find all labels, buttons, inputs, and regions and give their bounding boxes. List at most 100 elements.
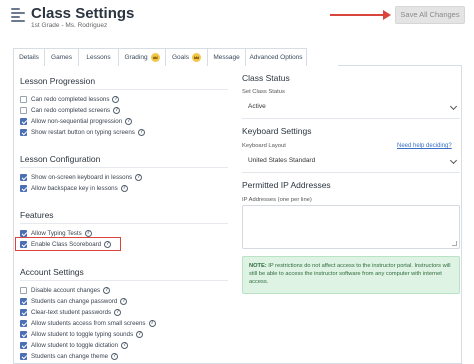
option-label: Allow non-sequential progression bbox=[31, 118, 123, 125]
option-label: Can redo completed lessons bbox=[31, 96, 110, 103]
question-circle-icon[interactable]: ? bbox=[103, 287, 111, 294]
option-label: Show restart button on typing screens bbox=[31, 129, 135, 136]
tab-label: Advanced Options bbox=[249, 54, 303, 61]
tab-label: Grading bbox=[124, 54, 148, 61]
question-circle-icon[interactable]: ? bbox=[120, 185, 128, 192]
checkbox[interactable] bbox=[20, 353, 27, 360]
settings-tabs: Details Games Lessons Grading Goals Mess… bbox=[13, 48, 307, 66]
option-label: Can redo completed screens bbox=[31, 107, 111, 114]
question-circle-icon[interactable]: ? bbox=[125, 118, 133, 125]
checkbox[interactable] bbox=[20, 309, 27, 316]
list-icon bbox=[11, 8, 25, 24]
ip-addresses-textarea[interactable] bbox=[242, 205, 460, 249]
checkbox[interactable] bbox=[20, 320, 27, 327]
tab-games[interactable]: Games bbox=[44, 48, 78, 66]
option-toggle-typing-sounds[interactable]: Allow student to toggle typing sounds ? bbox=[20, 330, 144, 339]
section-title-lesson-configuration: Lesson Configuration bbox=[20, 154, 101, 164]
tab-goals[interactable]: Goals bbox=[165, 48, 207, 66]
checkbox[interactable] bbox=[20, 331, 27, 338]
tab-grading[interactable]: Grading bbox=[118, 48, 165, 66]
option-clear-text-passwords[interactable]: Clear-text student passwords ? bbox=[20, 308, 122, 317]
keyboard-layout-select[interactable]: United States Standard bbox=[242, 156, 460, 168]
option-redo-completed-screens[interactable]: Can redo completed screens ? bbox=[20, 106, 121, 115]
question-circle-icon[interactable]: ? bbox=[112, 96, 120, 103]
option-toggle-dictation[interactable]: Allow student to toggle dictation ? bbox=[20, 341, 129, 350]
question-circle-icon[interactable]: ? bbox=[114, 309, 122, 316]
annotation-arrow-head bbox=[383, 10, 391, 20]
option-label: Allow student to toggle dictation bbox=[31, 342, 119, 349]
checkbox[interactable] bbox=[20, 129, 27, 136]
section-title-permitted-ip: Permitted IP Addresses bbox=[242, 180, 331, 190]
question-circle-icon[interactable]: ? bbox=[136, 331, 144, 338]
question-circle-icon[interactable]: ? bbox=[135, 174, 143, 181]
section-title-class-status: Class Status bbox=[242, 73, 290, 83]
question-circle-icon[interactable]: ? bbox=[113, 107, 121, 114]
select-value: Active bbox=[248, 103, 266, 110]
checkbox[interactable] bbox=[20, 298, 27, 305]
section-divider bbox=[242, 172, 460, 173]
tab-label: Message bbox=[213, 54, 240, 61]
checkbox[interactable] bbox=[20, 174, 27, 181]
checkbox[interactable] bbox=[20, 342, 27, 349]
section-title-lesson-progression: Lesson Progression bbox=[20, 76, 96, 86]
keyboard-layout-label: Keyboard Layout bbox=[242, 143, 286, 149]
tab-label: Games bbox=[51, 54, 72, 61]
crown-icon bbox=[191, 53, 201, 62]
option-show-restart-button[interactable]: Show restart button on typing screens ? bbox=[20, 128, 145, 137]
crown-icon bbox=[150, 53, 160, 62]
checkbox[interactable] bbox=[20, 118, 27, 125]
option-change-password[interactable]: Students can change password ? bbox=[20, 297, 128, 306]
tab-label: Lessons bbox=[86, 54, 111, 61]
class-status-label: Set Class Status bbox=[242, 89, 285, 95]
option-change-theme[interactable]: Students can change theme ? bbox=[20, 352, 119, 361]
need-help-deciding-link[interactable]: Need help deciding? bbox=[397, 143, 452, 149]
section-divider bbox=[20, 89, 228, 90]
option-disable-account-changes[interactable]: Disable account changes ? bbox=[20, 286, 111, 295]
tab-advanced-options[interactable]: Advanced Options bbox=[245, 48, 307, 66]
section-divider bbox=[242, 118, 460, 119]
tab-message[interactable]: Message bbox=[207, 48, 245, 66]
option-non-sequential-progression[interactable]: Allow non-sequential progression ? bbox=[20, 117, 133, 126]
annotation-arrow bbox=[330, 14, 386, 16]
page-subtitle: 1st Grade - Ms. Rodriguez bbox=[31, 22, 108, 29]
checkbox[interactable] bbox=[20, 96, 27, 103]
tab-label: Details bbox=[19, 54, 39, 61]
tab-details[interactable]: Details bbox=[13, 48, 44, 66]
section-title-account-settings: Account Settings bbox=[20, 267, 84, 277]
checkbox[interactable] bbox=[20, 230, 27, 237]
option-redo-completed-lessons[interactable]: Can redo completed lessons ? bbox=[20, 95, 120, 104]
option-label: Students can change theme bbox=[31, 353, 109, 360]
note-label: NOTE: bbox=[249, 263, 267, 269]
question-circle-icon[interactable]: ? bbox=[84, 230, 92, 237]
tab-label: Goals bbox=[172, 54, 189, 61]
annotation-highlight-box bbox=[15, 237, 121, 251]
section-divider bbox=[20, 167, 228, 168]
checkbox[interactable] bbox=[20, 185, 27, 192]
save-all-changes-button[interactable]: Save All Changes bbox=[395, 6, 465, 24]
note-text: IP restrictions do not affect access to … bbox=[249, 263, 451, 285]
option-on-screen-keyboard[interactable]: Show on-screen keyboard in lessons ? bbox=[20, 173, 143, 182]
option-allow-backspace[interactable]: Allow backspace key in lessons ? bbox=[20, 184, 128, 193]
question-circle-icon[interactable]: ? bbox=[148, 320, 156, 327]
section-divider bbox=[20, 280, 228, 281]
tab-lessons[interactable]: Lessons bbox=[78, 48, 118, 66]
question-circle-icon[interactable]: ? bbox=[111, 353, 119, 360]
question-circle-icon[interactable]: ? bbox=[120, 298, 128, 305]
class-status-select[interactable]: Active bbox=[242, 102, 460, 114]
option-small-screens[interactable]: Allow students access from small screens… bbox=[20, 319, 156, 328]
checkbox[interactable] bbox=[20, 287, 27, 294]
question-circle-icon[interactable]: ? bbox=[121, 342, 129, 349]
option-label: Allow students access from small screens bbox=[31, 320, 146, 327]
question-circle-icon[interactable]: ? bbox=[137, 129, 145, 136]
section-title-features: Features bbox=[20, 210, 54, 220]
section-divider bbox=[20, 223, 228, 224]
resize-handle-icon[interactable] bbox=[452, 241, 457, 246]
chevron-down-icon bbox=[449, 156, 458, 165]
ip-addresses-label: IP Addresses (one per line) bbox=[242, 197, 312, 203]
page-header: Class Settings 1st Grade - Ms. Rodriguez… bbox=[0, 0, 474, 42]
option-label: Allow student to toggle typing sounds bbox=[31, 331, 134, 338]
ip-restriction-note: NOTE: IP restrictions do not affect acce… bbox=[242, 256, 460, 294]
chevron-down-icon bbox=[449, 102, 458, 111]
option-label: Clear-text student passwords bbox=[31, 309, 112, 316]
checkbox[interactable] bbox=[20, 107, 27, 114]
